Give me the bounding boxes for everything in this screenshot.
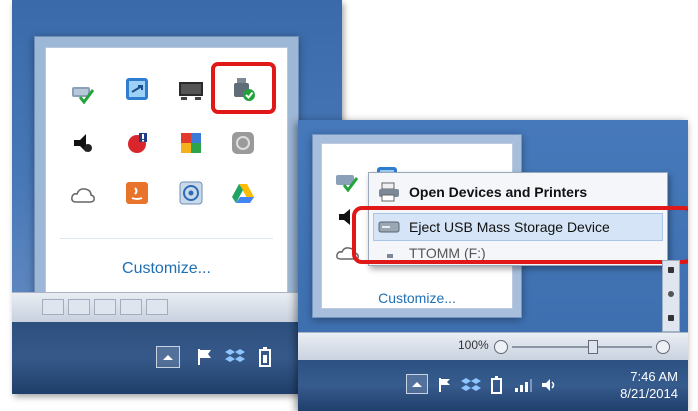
network-signal-icon[interactable] xyxy=(510,372,536,398)
strip-button[interactable] xyxy=(68,299,90,315)
taskbar: 7:46 AM 8/21/2014 xyxy=(298,360,688,411)
strip-button[interactable] xyxy=(120,299,142,315)
taskbar xyxy=(12,322,342,394)
action-center-flag-icon[interactable] xyxy=(432,372,458,398)
highlight-usb-icon xyxy=(211,62,276,114)
terminal-services-icon[interactable] xyxy=(124,76,150,102)
disc-icon[interactable] xyxy=(178,180,204,206)
zoom-value: 100% xyxy=(458,338,489,352)
avg-antivirus-icon[interactable] xyxy=(178,130,204,156)
onedrive-cloud-icon[interactable] xyxy=(70,182,96,208)
screenshot-composite: Customize... Customize... Open Devices a… xyxy=(0,0,698,411)
battery-power-icon[interactable] xyxy=(252,344,278,370)
vertical-scrollbar[interactable] xyxy=(662,260,680,332)
clock-time: 7:46 AM xyxy=(630,369,678,384)
menu-item-label: Open Devices and Printers xyxy=(409,184,588,200)
display-icon[interactable] xyxy=(178,78,204,104)
alert-shield-icon[interactable] xyxy=(124,130,150,156)
java-update-icon[interactable] xyxy=(124,180,150,206)
action-center-flag-icon[interactable] xyxy=(192,344,218,370)
show-hidden-icons-button[interactable] xyxy=(406,374,428,394)
google-drive-icon[interactable] xyxy=(230,180,256,206)
show-hidden-icons-button[interactable] xyxy=(156,346,180,368)
speaker-shield-icon[interactable] xyxy=(70,130,96,156)
customize-link[interactable]: Customize... xyxy=(46,260,287,278)
sync-icon[interactable] xyxy=(230,130,256,156)
window-status-strip xyxy=(12,292,342,322)
zoom-slider-thumb[interactable] xyxy=(588,340,598,354)
highlight-eject-item xyxy=(352,206,688,264)
dropbox-icon[interactable] xyxy=(458,372,484,398)
network-check-icon[interactable] xyxy=(334,168,360,194)
zoom-slider-track[interactable] xyxy=(512,346,652,348)
flyout-divider xyxy=(60,238,273,239)
system-clock[interactable]: 7:46 AM 8/21/2014 xyxy=(594,368,678,402)
network-check-icon[interactable] xyxy=(70,80,96,106)
menu-item-open-devices[interactable]: Open Devices and Printers xyxy=(369,177,667,207)
scroll-up-arrow[interactable] xyxy=(668,267,674,273)
strip-button[interactable] xyxy=(94,299,116,315)
zoom-out-button[interactable] xyxy=(494,340,508,354)
zoom-in-button[interactable] xyxy=(656,340,670,354)
scroll-down-arrow[interactable] xyxy=(668,315,674,321)
customize-link[interactable]: Customize... xyxy=(322,290,512,306)
left-screenshot: Customize... xyxy=(12,0,342,394)
clock-date: 8/21/2014 xyxy=(620,386,678,401)
battery-power-icon[interactable] xyxy=(484,372,510,398)
window-status-strip: 100% xyxy=(298,332,688,360)
printer-icon xyxy=(369,182,409,202)
dropbox-icon[interactable] xyxy=(222,344,248,370)
strip-button[interactable] xyxy=(146,299,168,315)
strip-button[interactable] xyxy=(42,299,64,315)
scroll-thumb[interactable] xyxy=(668,291,674,297)
volume-icon[interactable] xyxy=(536,372,562,398)
right-screenshot: Customize... Open Devices and Printers E… xyxy=(298,120,688,411)
